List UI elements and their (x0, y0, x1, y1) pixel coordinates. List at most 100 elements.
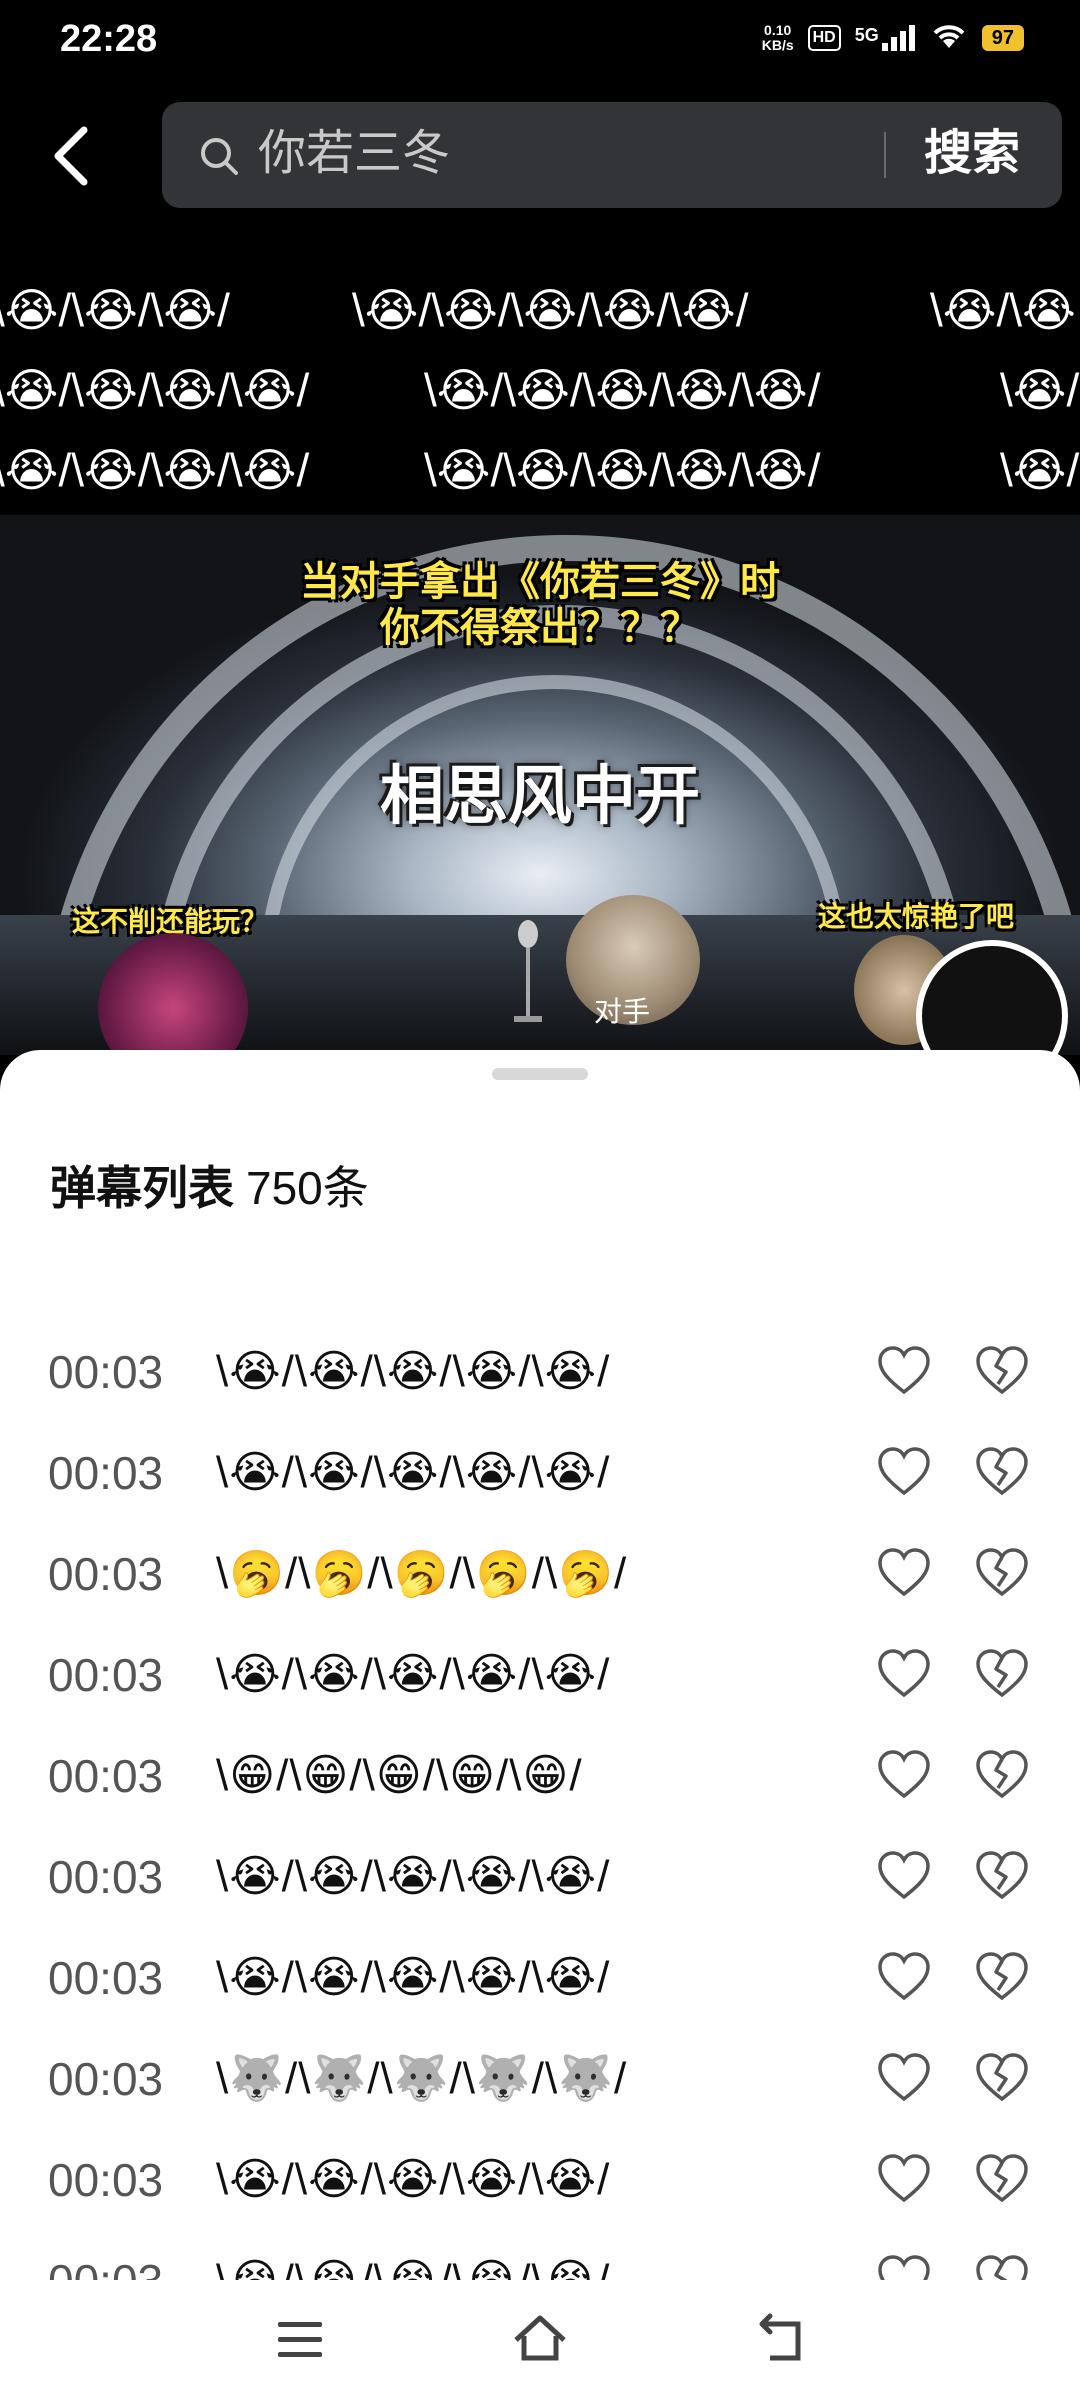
broken-heart-icon (974, 1851, 1030, 1909)
danmaku-row[interactable]: 00:03 \😭/\😭/\😭/\😭/\😭/ (0, 1322, 1080, 1422)
like-button[interactable] (876, 1647, 932, 1703)
danmaku-time: 00:03 (48, 1750, 164, 1802)
danmaku-time: 00:03 (48, 1851, 164, 1903)
like-button[interactable] (876, 1344, 932, 1400)
danmaku-time: 00:03 (48, 1548, 164, 1600)
back-arrow-icon (54, 126, 88, 186)
back-button[interactable] (40, 120, 110, 192)
dislike-button[interactable] (974, 1647, 1030, 1703)
heart-icon (876, 1750, 932, 1808)
status-indicators: 0.10 KB/s HD 5G 97 (762, 20, 1024, 55)
like-button[interactable] (876, 1445, 932, 1501)
danmaku-item: \😭/\😭/\😭/\😭/\😭/ (424, 444, 821, 496)
danmaku-item: \😭/\😭/\😭/\😭/ (0, 444, 310, 496)
danmaku-text: \😁/\😁/\😁/\😁/\😁/ (216, 1751, 583, 1800)
broken-heart-icon (974, 2154, 1030, 2212)
like-button[interactable] (876, 1950, 932, 2006)
danmaku-time: 00:03 (48, 1952, 164, 2004)
dislike-button[interactable] (974, 2152, 1030, 2208)
broken-heart-icon (974, 1548, 1030, 1606)
heart-icon (876, 2154, 932, 2212)
system-nav-bar (0, 2280, 1080, 2400)
danmaku-time: 00:03 (48, 2053, 164, 2105)
danmaku-item: \😭/ (1000, 364, 1080, 416)
danmaku-overlay: \😭/\😭/\😭/ \😭/\😭/\😭/\😭/\😭/ \😭/\😭 \😭/\😭/\😭… (0, 230, 1080, 515)
status-bar: 22:28 0.10 KB/s HD 5G 97 (0, 0, 1080, 80)
heart-icon (876, 1851, 932, 1909)
video-player[interactable]: 当对手拿出《你若三冬》时 你不得祭出？？？ 相思风中开 这不削还能玩？ 这也太惊… (0, 515, 1080, 1055)
like-button[interactable] (876, 1748, 932, 1804)
danmaku-text: \🐺/\🐺/\🐺/\🐺/\🐺/ (216, 2054, 628, 2103)
like-button[interactable] (876, 1546, 932, 1602)
danmaku-time: 00:03 (48, 2154, 164, 2206)
sheet-title: 弹幕列表 750条 (50, 1162, 369, 1214)
video-title: 相思风中开 (380, 760, 700, 832)
broken-heart-icon (974, 1447, 1030, 1505)
danmaku-row[interactable]: 00:03 \😭/\😭/\😭/\😭/\😭/ (0, 2130, 1080, 2230)
search-header: 你若三冬 搜索 (0, 80, 1080, 230)
opponent-label: 对手 (594, 996, 651, 1027)
dislike-button[interactable] (974, 2051, 1030, 2107)
return-icon[interactable] (750, 2308, 814, 2372)
danmaku-row[interactable]: 00:03 \🐺/\🐺/\🐺/\🐺/\🐺/ (0, 2029, 1080, 2129)
broken-heart-icon (974, 2053, 1030, 2111)
danmaku-text: \😭/\😭/\😭/\😭/\😭/ (216, 1953, 611, 2002)
danmaku-row[interactable]: 00:03 \🥱/\🥱/\🥱/\🥱/\🥱/ (0, 1524, 1080, 1624)
danmaku-row[interactable]: 00:03 \😭/\😭/\😭/\😭/\😭/ (0, 1827, 1080, 1927)
heart-icon (876, 1447, 932, 1505)
broken-heart-icon (974, 1952, 1030, 2010)
danmaku-time: 00:03 (48, 1447, 164, 1499)
danmaku-item: \😭/\😭/\😭/\😭/\😭/ (424, 364, 821, 416)
danmaku-row[interactable]: 00:03 \😁/\😁/\😁/\😁/\😁/ (0, 1726, 1080, 1826)
search-icon (201, 138, 238, 175)
home-icon[interactable] (508, 2308, 572, 2372)
danmaku-item: \😭/\😭/\😭/ (0, 284, 230, 336)
danmaku-item: \😭/\😭/\😭/\😭/\😭/ (352, 284, 749, 336)
danmaku-row[interactable]: 00:03 \😭/\😭/\😭/\😭/\😭/ (0, 1928, 1080, 2028)
dislike-button[interactable] (974, 1546, 1030, 1602)
danmaku-text: \😭/\😭/\😭/\😭/\😭/ (216, 2155, 611, 2204)
danmaku-text: \😭/\😭/\😭/\😭/\😭/ (216, 1852, 611, 1901)
search-box[interactable]: 你若三冬 搜索 (162, 102, 1062, 208)
danmaku-item: \😭/\😭/\😭/\😭/ (0, 364, 310, 416)
broken-heart-icon (974, 1750, 1030, 1808)
dislike-button[interactable] (974, 1748, 1030, 1804)
heart-icon (876, 1346, 932, 1404)
heart-icon (876, 1649, 932, 1707)
danmaku-row[interactable]: 00:03 \😭/\😭/\😭/\😭/\😭/ (0, 1625, 1080, 1725)
hd-badge: HD (807, 24, 841, 51)
danmaku-time: 00:03 (48, 1346, 164, 1398)
video-caption-line2: 你不得祭出？？？ (380, 606, 700, 650)
menu-icon[interactable] (268, 2308, 332, 2372)
search-button[interactable]: 搜索 (924, 122, 1020, 186)
like-button[interactable] (876, 1849, 932, 1905)
danmaku-count: 750条 (246, 1162, 369, 1214)
battery-indicator: 97 (981, 24, 1024, 51)
dislike-button[interactable] (974, 1445, 1030, 1501)
status-time: 22:28 (60, 18, 158, 60)
danmaku-text: \😭/\😭/\😭/\😭/\😭/ (216, 1448, 611, 1497)
dislike-button[interactable] (974, 1849, 1030, 1905)
danmaku-row[interactable]: 00:03 \😭/\😭/\😭/\😭/\😭/ (0, 1423, 1080, 1523)
danmaku-text: \😭/\😭/\😭/\😭/\😭/ (216, 1347, 611, 1396)
net-speed: 0.10 KB/s (761, 21, 794, 53)
dislike-button[interactable] (974, 1344, 1030, 1400)
search-input[interactable]: 你若三冬 (258, 122, 450, 186)
search-divider (884, 132, 886, 178)
signal-icon: 5G (855, 24, 916, 51)
danmaku-time: 00:03 (48, 1649, 164, 1701)
heart-icon (876, 2053, 932, 2111)
like-button[interactable] (876, 2152, 932, 2208)
right-bubble-text: 这也太惊艳了吧 (818, 901, 1015, 932)
broken-heart-icon (974, 1649, 1030, 1707)
like-button[interactable] (876, 2051, 932, 2107)
heart-icon (876, 1952, 932, 2010)
danmaku-item: \😭/ (1000, 444, 1080, 496)
sheet-drag-handle[interactable] (492, 1068, 588, 1080)
danmaku-text: \🥱/\🥱/\🥱/\🥱/\🥱/ (216, 1549, 628, 1598)
danmaku-item: \😭/\😭 (930, 284, 1076, 336)
dislike-button[interactable] (974, 1950, 1030, 2006)
wifi-icon (930, 20, 968, 55)
microphone-icon (514, 920, 542, 1022)
heart-icon (876, 1548, 932, 1606)
